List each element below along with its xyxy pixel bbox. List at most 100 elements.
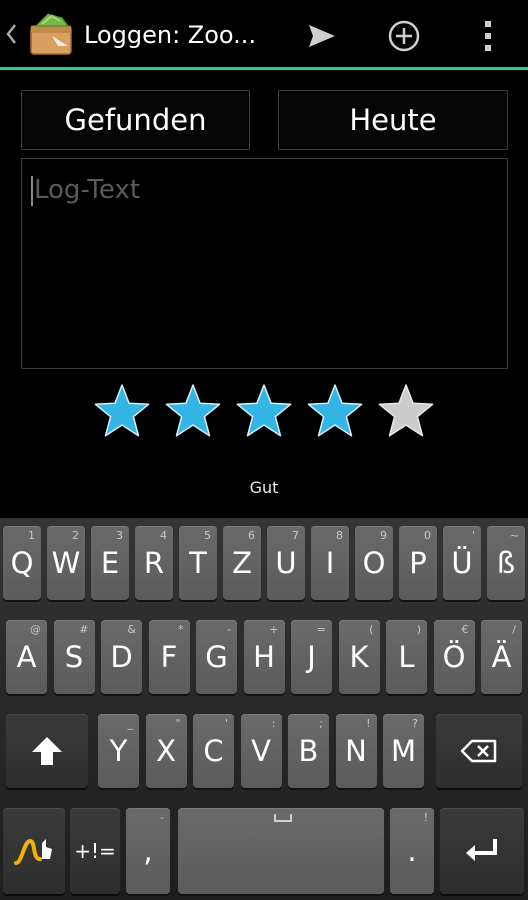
key-d[interactable]: D &: [101, 620, 142, 694]
key-hint: #: [79, 623, 89, 636]
key-label: Ä: [491, 640, 512, 674]
star-empty-icon[interactable]: [376, 382, 436, 442]
key-w[interactable]: W2: [47, 526, 85, 600]
key-p[interactable]: P0: [399, 526, 437, 600]
key-label: N: [345, 734, 367, 768]
key-hint: ~: [509, 529, 519, 542]
key-hint: *: [178, 623, 184, 636]
key-hint: &: [127, 623, 136, 636]
date-button[interactable]: Heute: [278, 90, 508, 150]
key-hint: 9: [380, 529, 387, 542]
star-filled-icon[interactable]: [163, 382, 223, 442]
key-ß[interactable]: ß ~: [487, 526, 525, 600]
send-icon: [309, 25, 335, 47]
key-hint: /: [512, 623, 516, 636]
key-x[interactable]: X ": [145, 714, 187, 788]
enter-icon: [466, 839, 497, 861]
key-hint: @: [30, 623, 41, 636]
up-caret-icon[interactable]: [4, 20, 18, 48]
key-e[interactable]: E3: [91, 526, 129, 600]
swype-key[interactable]: [3, 808, 65, 894]
app-icon[interactable]: [28, 12, 76, 58]
key-label: E: [100, 546, 120, 580]
symbols-key[interactable]: +!=: [70, 808, 120, 894]
key-hint: 0: [424, 529, 431, 542]
log-text-input[interactable]: Log-Text: [21, 158, 508, 369]
comma-key[interactable]: ,-: [126, 808, 170, 894]
key-k[interactable]: K(: [338, 620, 380, 694]
key-label: W: [51, 546, 81, 580]
star-filled-icon[interactable]: [305, 382, 365, 442]
key-label: B: [298, 734, 319, 768]
key-label: ,: [143, 834, 153, 868]
key-l[interactable]: L): [386, 620, 427, 694]
key-hint: _: [127, 717, 134, 730]
key-m[interactable]: M?: [383, 714, 424, 788]
key-t[interactable]: T5: [179, 526, 217, 600]
key-z[interactable]: Z6: [223, 526, 261, 600]
key-hint: €: [461, 623, 469, 636]
key-ö[interactable]: Ö €: [433, 620, 475, 694]
key-label: Y: [109, 734, 128, 768]
period-key[interactable]: .!: [390, 808, 434, 894]
shift-icon: [32, 737, 62, 765]
key-q[interactable]: Q1: [3, 526, 41, 600]
key-f[interactable]: F *: [148, 620, 190, 694]
backspace-key[interactable]: [436, 714, 522, 788]
key-c[interactable]: C ': [193, 714, 234, 788]
key-hint: 6: [248, 529, 255, 542]
swype-icon: [14, 838, 52, 865]
key-label: C: [203, 734, 224, 768]
key-j[interactable]: J =: [291, 620, 332, 694]
key-hint: 3: [116, 529, 123, 542]
key-hint: ": [175, 717, 181, 730]
key-ä[interactable]: Ä /: [481, 620, 522, 694]
key-i[interactable]: I8: [311, 526, 349, 600]
rating-bar[interactable]: [92, 382, 437, 442]
key-o[interactable]: O9: [355, 526, 393, 600]
key-label: T: [189, 546, 207, 580]
key-s[interactable]: S #: [53, 620, 95, 694]
key-label: A: [16, 640, 37, 674]
key-b[interactable]: B;: [288, 714, 329, 788]
space-key[interactable]: [178, 808, 384, 894]
key-label: I: [325, 546, 335, 580]
key-hint: 7: [292, 529, 299, 542]
key-g[interactable]: G-: [196, 620, 237, 694]
log-type-button[interactable]: Gefunden: [21, 90, 250, 150]
key-label: .: [407, 834, 417, 868]
star-filled-icon[interactable]: [92, 382, 152, 442]
key-label: L: [398, 640, 415, 674]
key-y[interactable]: Y _: [98, 714, 139, 788]
screen-title: Loggen: Zoo...: [84, 21, 254, 49]
rating-label: Gut: [249, 478, 279, 497]
key-label: ß: [496, 546, 516, 580]
star-filled-icon[interactable]: [234, 382, 294, 442]
key-n[interactable]: N!: [335, 714, 377, 788]
key-label: H: [253, 640, 275, 674]
add-button[interactable]: [382, 14, 426, 58]
key-h[interactable]: H +: [243, 620, 285, 694]
text-cursor: [31, 175, 33, 206]
key-label: Ü: [451, 546, 473, 580]
key-label: G: [205, 640, 228, 674]
key-u[interactable]: U7: [267, 526, 305, 600]
key-hint: -: [160, 811, 164, 824]
key-a[interactable]: A @: [6, 620, 47, 694]
key-r[interactable]: R4: [135, 526, 173, 600]
send-button[interactable]: [300, 14, 344, 58]
key-ü[interactable]: Ü ': [443, 526, 481, 600]
key-hint: 5: [204, 529, 211, 542]
soft-keyboard: Q 1 W 2 E 3 R 4 T 5 Z 6 U 7 I 8 O 9 P 0 Ü ' ß ~ A @ S # D & F * G - H + J = K(…: [0, 518, 528, 900]
enter-key[interactable]: [440, 808, 524, 894]
key-hint: 1: [28, 529, 35, 542]
key-hint: 2: [72, 529, 79, 542]
key-hint: 8: [336, 529, 343, 542]
shift-key[interactable]: [6, 714, 88, 788]
key-label: M: [390, 734, 417, 768]
key-label: J: [307, 640, 316, 674]
overflow-menu-button[interactable]: [466, 14, 510, 58]
overflow-menu-icon: [485, 21, 491, 51]
key-label: Q: [10, 546, 34, 580]
key-v[interactable]: V:: [240, 714, 282, 788]
